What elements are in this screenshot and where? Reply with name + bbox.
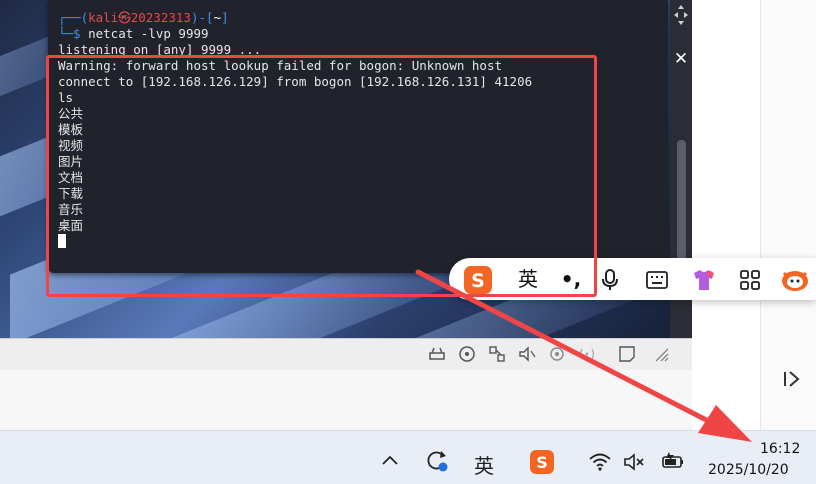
close-icon[interactable]: ✕ <box>670 48 692 70</box>
clock-date[interactable]: 2025/10/20 <box>708 462 789 478</box>
battery-icon[interactable] <box>660 450 686 477</box>
taskbar <box>0 430 816 484</box>
prompt-line-command: └─$ netcat -lvp 9999 <box>58 26 209 41</box>
sound-card-icon[interactable] <box>518 345 536 363</box>
svg-text:S: S <box>536 453 548 472</box>
skin-icon[interactable] <box>689 258 719 300</box>
apps-grid-icon[interactable] <box>736 258 764 300</box>
hard-disk-icon[interactable] <box>428 345 446 363</box>
prompt-line-top: ┌──(kali㉿20232313)-[~] <box>58 10 229 25</box>
microphone-icon[interactable] <box>597 258 623 300</box>
volume-muted-icon[interactable] <box>623 452 647 477</box>
fullscreen-icon[interactable] <box>670 0 692 30</box>
highlight-box <box>46 55 597 297</box>
sync-icon[interactable] <box>424 448 450 479</box>
usb-device-icon[interactable] <box>548 345 566 363</box>
keyboard-icon[interactable] <box>644 258 670 300</box>
clock-time[interactable]: 16:12 <box>760 441 800 457</box>
wireless-icon[interactable] <box>578 345 596 363</box>
vm-scrollbar[interactable] <box>677 140 686 260</box>
cd-drive-icon[interactable] <box>458 345 476 363</box>
sogou-icon[interactable]: S <box>529 449 555 480</box>
chevron-up-icon[interactable] <box>381 452 399 472</box>
mascot-icon[interactable] <box>778 258 812 300</box>
resize-grip-icon[interactable] <box>652 345 670 363</box>
side-panel-strip <box>760 0 816 430</box>
ime-indicator[interactable]: 英 <box>474 450 494 479</box>
wifi-icon[interactable] <box>588 452 612 477</box>
expand-panel-icon[interactable] <box>782 368 804 395</box>
network-adapter-icon[interactable] <box>488 345 506 363</box>
message-log-icon[interactable] <box>618 345 636 363</box>
vm-lower-area <box>0 370 692 428</box>
